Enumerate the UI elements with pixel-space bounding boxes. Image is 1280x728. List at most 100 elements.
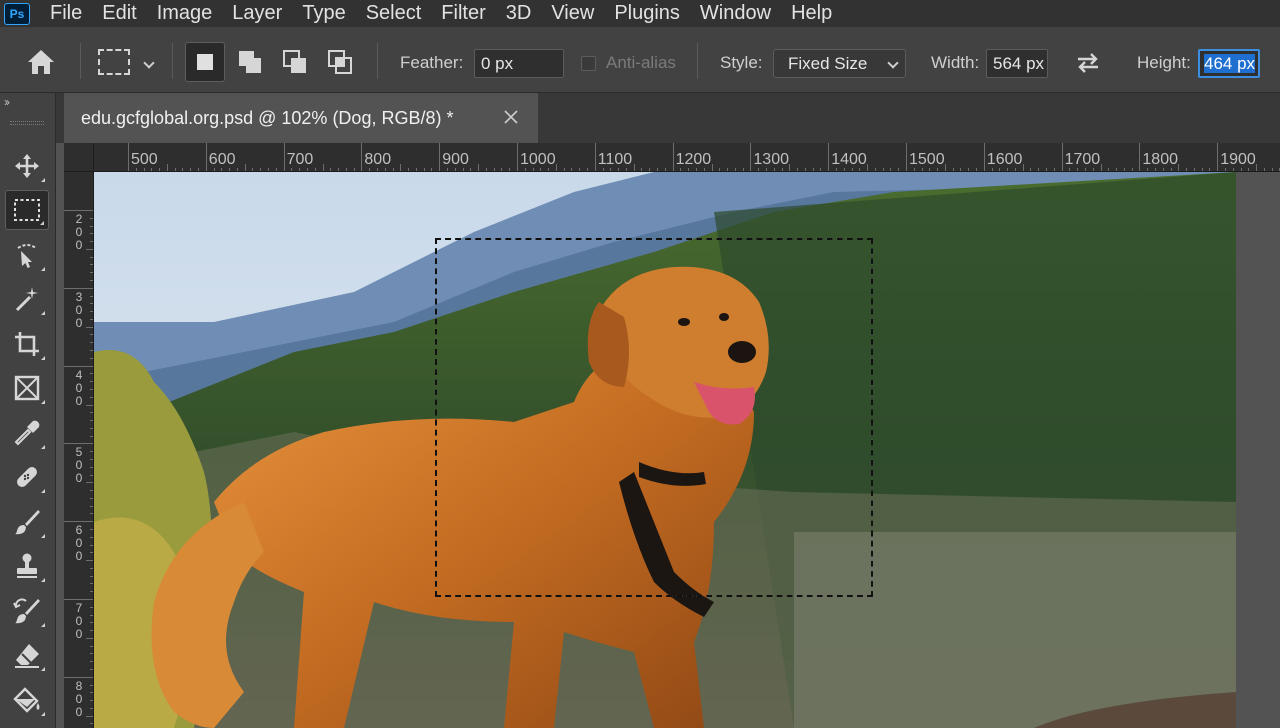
chevron-down-icon xyxy=(887,57,899,69)
ruler-minor-tick xyxy=(86,248,93,250)
ruler-origin[interactable] xyxy=(64,143,94,172)
collapse-panel-icon[interactable]: ›› xyxy=(4,95,10,109)
swap-width-height-button[interactable] xyxy=(1074,49,1102,77)
photoshop-logo: Ps xyxy=(4,2,30,25)
menu-view[interactable]: View xyxy=(541,0,604,27)
ruler-minor-tick xyxy=(633,164,635,171)
tool-move[interactable] xyxy=(5,146,49,186)
subtract-from-selection-button[interactable] xyxy=(275,42,315,82)
menu-plugins[interactable]: Plugins xyxy=(604,0,690,27)
intersect-selection-icon xyxy=(328,50,352,74)
crop-icon xyxy=(15,332,39,356)
tools-panel: ›› xyxy=(0,93,56,728)
anti-alias-checkbox[interactable] xyxy=(581,56,596,71)
menu-select[interactable]: Select xyxy=(356,0,432,27)
panel-grip[interactable] xyxy=(10,121,44,125)
menu-help[interactable]: Help xyxy=(781,0,842,27)
height-input-value: 464 px xyxy=(1204,54,1256,73)
width-input[interactable]: 564 px xyxy=(986,49,1048,78)
canvas-area[interactable] xyxy=(94,172,1280,728)
ruler-minor-tick xyxy=(711,164,713,171)
frame-icon xyxy=(14,375,40,401)
menu-image[interactable]: Image xyxy=(147,0,223,27)
menu-filter[interactable]: Filter xyxy=(431,0,495,27)
ruler-label: 600 xyxy=(75,523,83,564)
menu-layer[interactable]: Layer xyxy=(222,0,292,27)
add-selection-icon xyxy=(239,51,261,73)
tool-eraser[interactable] xyxy=(5,635,49,675)
ruler-major-tick xyxy=(1139,143,1141,171)
ruler-label: 1500 xyxy=(909,151,945,168)
anti-alias-label: Anti-alias xyxy=(606,53,676,72)
tool-history-brush[interactable] xyxy=(5,591,49,631)
ruler-label: 300 xyxy=(75,289,83,330)
menu-3d[interactable]: 3D xyxy=(496,0,542,27)
tool-crop[interactable] xyxy=(5,324,49,364)
ruler-minor-tick xyxy=(86,637,93,639)
ruler-major-tick xyxy=(128,143,129,171)
tool-brush[interactable] xyxy=(5,502,49,542)
ruler-major-tick xyxy=(439,143,441,171)
vertical-ruler[interactable]: 200 300 400 500 600 700 800 xyxy=(64,172,94,728)
ruler-label: 400 xyxy=(75,367,83,408)
marquee-selection[interactable] xyxy=(435,238,873,597)
feather-input[interactable]: 0 px xyxy=(474,49,564,78)
document-tab-bar: edu.gcfglobal.org.psd @ 102% (Dog, RGB/8… xyxy=(56,93,1280,143)
marquee-preset-button[interactable] xyxy=(98,49,130,75)
tool-eyedropper[interactable] xyxy=(5,413,49,453)
ruler-label: 700 xyxy=(286,151,314,168)
tool-rectangular-marquee[interactable] xyxy=(5,190,49,230)
ruler-minor-tick xyxy=(944,164,946,171)
menu-bar: Ps File Edit Image Layer Type Select Fil… xyxy=(0,0,1280,27)
tool-magic-wand[interactable] xyxy=(5,279,49,319)
ruler-minor-tick xyxy=(867,164,869,171)
ruler-label: 1000 xyxy=(520,151,556,168)
style-select[interactable]: Fixed Size xyxy=(773,49,906,78)
tool-healing-brush[interactable] xyxy=(5,457,49,497)
menu-window[interactable]: Window xyxy=(690,0,781,27)
chevron-down-icon[interactable] xyxy=(143,57,155,69)
ruler-minor-tick xyxy=(86,404,93,406)
close-icon[interactable] xyxy=(502,108,520,126)
ruler-label: 800 xyxy=(364,151,392,168)
tool-frame[interactable] xyxy=(5,368,49,408)
new-selection-icon xyxy=(197,54,213,70)
swap-icon xyxy=(1078,53,1098,73)
rectangular-marquee-icon xyxy=(14,199,40,221)
paint-bucket-icon xyxy=(13,687,40,713)
intersect-selection-button[interactable] xyxy=(320,42,360,82)
ruler-minor-tick xyxy=(86,482,93,484)
tool-object-selection[interactable] xyxy=(5,235,49,275)
eraser-icon xyxy=(15,644,39,668)
ruler-minor-tick xyxy=(400,164,402,171)
ruler-minor-tick xyxy=(86,560,93,562)
options-divider xyxy=(697,43,698,79)
height-label: Height: xyxy=(1137,53,1191,72)
ruler-minor-tick xyxy=(1256,164,1258,171)
menu-items: File Edit Image Layer Type Select Filter… xyxy=(40,0,842,27)
menu-edit[interactable]: Edit xyxy=(92,0,146,27)
feather-label: Feather: xyxy=(400,53,464,72)
ruler-major-tick xyxy=(517,143,518,171)
menu-type[interactable]: Type xyxy=(292,0,355,27)
document-tab[interactable]: edu.gcfglobal.org.psd @ 102% (Dog, RGB/8… xyxy=(64,93,538,143)
width-label: Width: xyxy=(931,53,980,72)
ruler-label: 1200 xyxy=(675,151,712,168)
height-input[interactable]: 464 px xyxy=(1198,49,1260,78)
add-to-selection-button[interactable] xyxy=(230,42,270,82)
style-select-value: Fixed Size xyxy=(788,54,868,73)
horizontal-ruler[interactable]: 500 600 700 800 900 1000 1100 1200 1300 1400 1500 1… xyxy=(64,143,1280,172)
menu-file[interactable]: File xyxy=(40,0,92,27)
ruler-label: 500 xyxy=(131,151,158,168)
ruler-major-tick xyxy=(64,521,93,523)
ruler-label: 600 xyxy=(208,151,236,168)
clone-stamp-icon xyxy=(17,553,37,578)
tool-paint-bucket[interactable] xyxy=(5,680,49,720)
new-selection-button[interactable] xyxy=(185,42,225,82)
ruler-label: 1700 xyxy=(1064,151,1101,168)
object-selection-icon xyxy=(17,244,37,268)
home-button[interactable] xyxy=(24,47,58,77)
tool-clone-stamp[interactable] xyxy=(5,546,49,586)
ruler-major-tick xyxy=(672,143,674,171)
move-icon xyxy=(15,154,39,178)
